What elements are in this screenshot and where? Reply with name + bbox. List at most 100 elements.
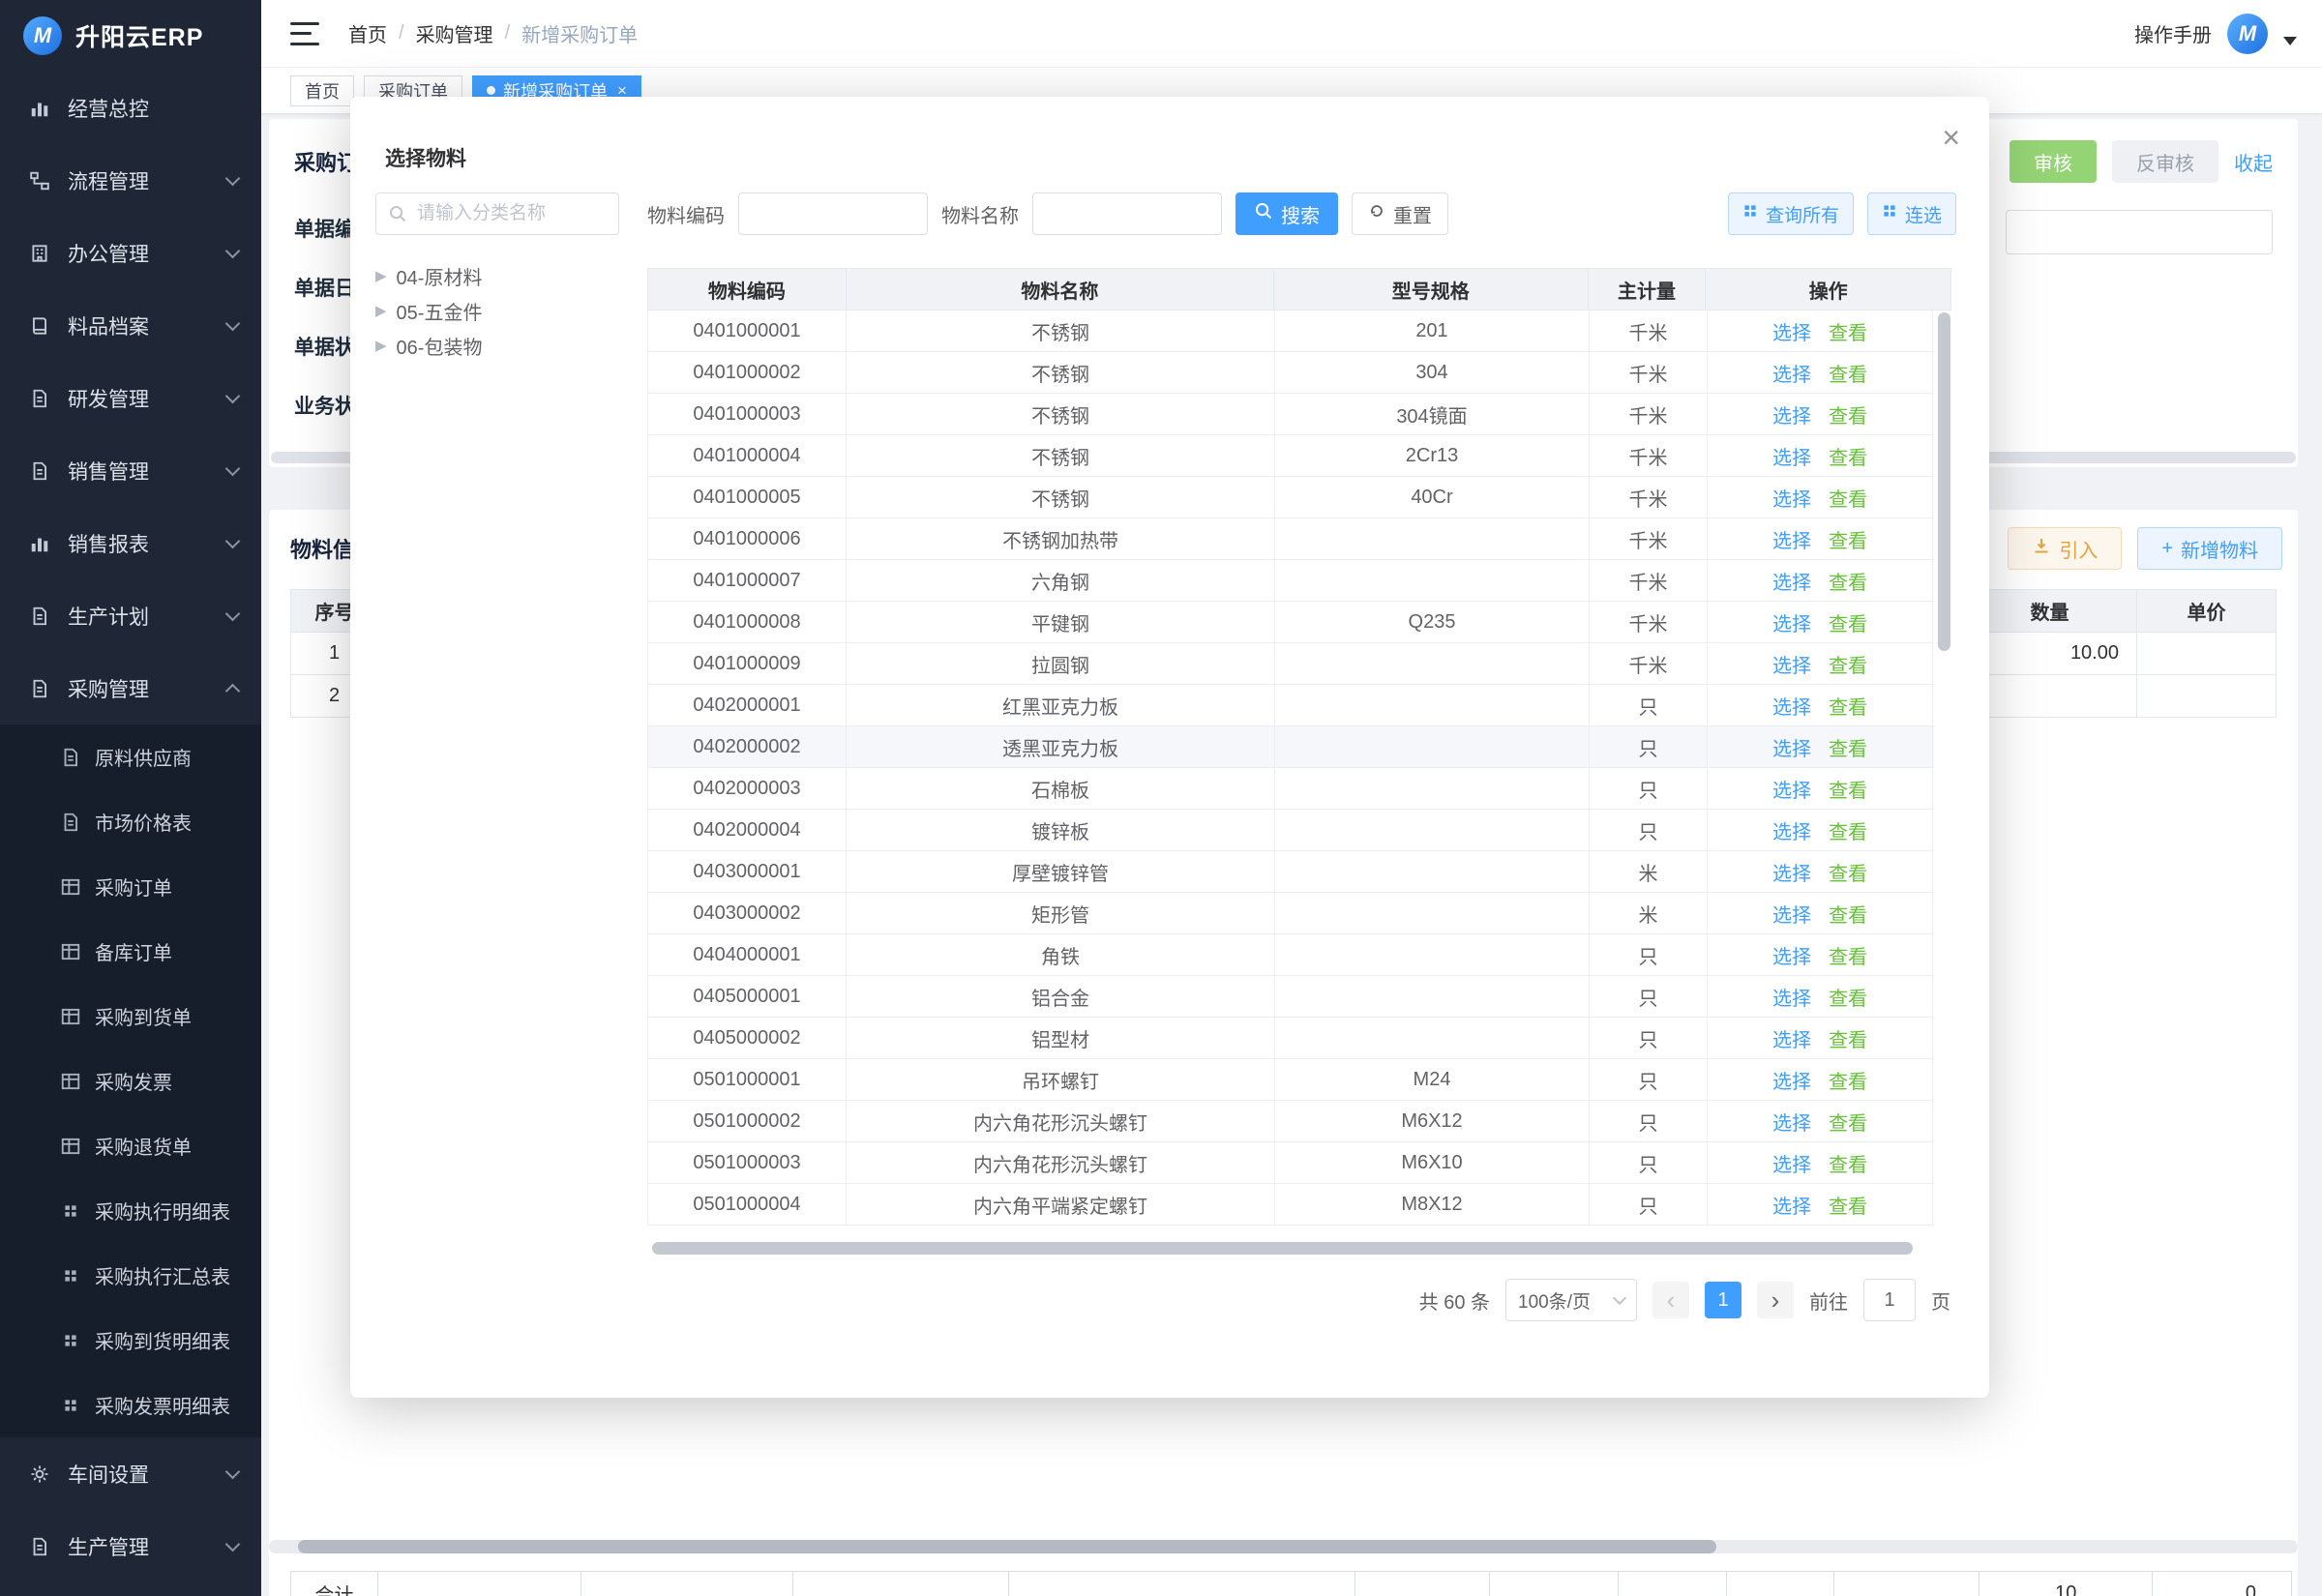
material-option-row-15[interactable]: 0404000001角铁只选择查看 xyxy=(648,934,1934,976)
select-link[interactable]: 选择 xyxy=(1772,608,1811,636)
prev-page-button[interactable]: ‹ xyxy=(1652,1282,1689,1318)
view-link[interactable]: 查看 xyxy=(1829,567,1867,595)
material-option-row-8[interactable]: 0401000009拉圆钢千米选择查看 xyxy=(648,643,1934,685)
brand-logo[interactable]: M 升阳云ERP xyxy=(0,0,261,72)
bottom-scrollbar-track[interactable] xyxy=(269,1540,2298,1553)
tree-node-0[interactable]: ▶04-原材料 xyxy=(375,258,619,293)
view-link[interactable]: 查看 xyxy=(1829,317,1867,345)
view-link[interactable]: 查看 xyxy=(1829,608,1867,636)
sidebar-item-6[interactable]: 销售报表 xyxy=(0,507,261,579)
select-link[interactable]: 选择 xyxy=(1772,941,1811,969)
tree-node-1[interactable]: ▶05-五金件 xyxy=(375,293,619,328)
caret-right-icon[interactable]: ▶ xyxy=(375,267,387,284)
material-option-row-18[interactable]: 0501000001吊环螺钉M24只选择查看 xyxy=(648,1059,1934,1101)
material-option-row-6[interactable]: 0401000007六角钢千米选择查看 xyxy=(648,560,1934,602)
material-code-input[interactable] xyxy=(738,192,928,235)
view-link[interactable]: 查看 xyxy=(1829,1149,1867,1177)
material-option-row-7[interactable]: 0401000008平键钢Q235千米选择查看 xyxy=(648,602,1934,643)
material-option-row-3[interactable]: 0401000004不锈钢2Cr13千米选择查看 xyxy=(648,435,1934,477)
select-link[interactable]: 选择 xyxy=(1772,1191,1811,1219)
unaudit-button[interactable]: 反审核 xyxy=(2112,140,2218,183)
sidebar-subitem-6[interactable]: 采购退货单 xyxy=(0,1113,261,1178)
tree-node-2[interactable]: ▶06-包装物 xyxy=(375,328,619,363)
material-option-row-4[interactable]: 0401000005不锈钢40Cr千米选择查看 xyxy=(648,477,1934,518)
select-link[interactable]: 选择 xyxy=(1772,692,1811,720)
view-link[interactable]: 查看 xyxy=(1829,692,1867,720)
sidebar-subitem-8[interactable]: 采购执行汇总表 xyxy=(0,1243,261,1308)
view-link[interactable]: 查看 xyxy=(1829,900,1867,928)
select-link[interactable]: 选择 xyxy=(1772,816,1811,844)
sidebar-item-9[interactable]: 车间设置 xyxy=(0,1437,261,1510)
sidebar-subitem-10[interactable]: 采购发票明细表 xyxy=(0,1373,261,1437)
select-link[interactable]: 选择 xyxy=(1772,775,1811,803)
select-link[interactable]: 选择 xyxy=(1772,567,1811,595)
material-option-row-11[interactable]: 0402000003石棉板只选择查看 xyxy=(648,768,1934,810)
view-link[interactable]: 查看 xyxy=(1829,400,1867,429)
material-option-row-5[interactable]: 0401000006不锈钢加热带千米选择查看 xyxy=(648,518,1934,560)
material-option-row-1[interactable]: 0401000002不锈钢304千米选择查看 xyxy=(648,352,1934,394)
sidebar-item-8[interactable]: 采购管理 xyxy=(0,652,261,724)
table-hscrollbar-track[interactable] xyxy=(647,1242,1951,1255)
caret-right-icon[interactable]: ▶ xyxy=(375,302,387,319)
sidebar-item-5[interactable]: 销售管理 xyxy=(0,434,261,507)
sidebar-item-3[interactable]: 料品档案 xyxy=(0,289,261,362)
view-link[interactable]: 查看 xyxy=(1829,1191,1867,1219)
sidebar-subitem-3[interactable]: 备库订单 xyxy=(0,919,261,984)
view-link[interactable]: 查看 xyxy=(1829,733,1867,761)
sidebar-item-0[interactable]: 经营总控 xyxy=(0,72,261,144)
select-link[interactable]: 选择 xyxy=(1772,525,1811,553)
chevron-down-icon[interactable] xyxy=(2283,37,2297,45)
sidebar-item-10[interactable]: 生产管理 xyxy=(0,1510,261,1582)
view-link[interactable]: 查看 xyxy=(1829,525,1867,553)
select-link[interactable]: 选择 xyxy=(1772,359,1811,387)
material-option-row-0[interactable]: 0401000001不锈钢201千米选择查看 xyxy=(648,310,1934,352)
select-link[interactable]: 选择 xyxy=(1772,1024,1811,1052)
view-link[interactable]: 查看 xyxy=(1829,359,1867,387)
sidebar-subitem-4[interactable]: 采购到货单 xyxy=(0,984,261,1049)
view-link[interactable]: 查看 xyxy=(1829,983,1867,1011)
material-option-row-12[interactable]: 0402000004镀锌板只选择查看 xyxy=(648,810,1934,851)
select-link[interactable]: 选择 xyxy=(1772,983,1811,1011)
view-link[interactable]: 查看 xyxy=(1829,442,1867,470)
select-link[interactable]: 选择 xyxy=(1772,1149,1811,1177)
view-link[interactable]: 查看 xyxy=(1829,650,1867,678)
view-link[interactable]: 查看 xyxy=(1829,1066,1867,1094)
manual-link[interactable]: 操作手册 xyxy=(2134,19,2212,47)
select-link[interactable]: 选择 xyxy=(1772,317,1811,345)
breadcrumb-item-1[interactable]: 采购管理 xyxy=(416,19,493,47)
material-option-row-19[interactable]: 0501000002内六角花形沉头螺钉M6X12只选择查看 xyxy=(648,1101,1934,1142)
sidebar-item-2[interactable]: 办公管理 xyxy=(0,217,261,289)
vertical-scrollbar-track[interactable] xyxy=(1936,310,1951,1226)
view-link[interactable]: 查看 xyxy=(1829,484,1867,512)
vertical-scrollbar-thumb[interactable] xyxy=(1938,312,1950,651)
search-button[interactable]: 搜索 xyxy=(1235,192,1338,235)
order-field-input[interactable] xyxy=(2006,210,2273,254)
query-all-button[interactable]: 查询所有 xyxy=(1728,192,1854,235)
import-button[interactable]: 引入 xyxy=(2008,527,2122,570)
add-material-button[interactable]: + 新增物料 xyxy=(2137,527,2282,570)
sidebar-subitem-0[interactable]: 原料供应商 xyxy=(0,724,261,789)
view-link[interactable]: 查看 xyxy=(1829,775,1867,803)
category-search-input[interactable] xyxy=(376,193,618,234)
breadcrumb-item-0[interactable]: 首页 xyxy=(348,19,387,47)
current-page[interactable]: 1 xyxy=(1705,1282,1742,1318)
select-link[interactable]: 选择 xyxy=(1772,442,1811,470)
select-link[interactable]: 选择 xyxy=(1772,733,1811,761)
sidebar-subitem-7[interactable]: 采购执行明细表 xyxy=(0,1178,261,1243)
page-size-select[interactable]: 100条/页 xyxy=(1505,1279,1637,1321)
material-option-row-2[interactable]: 0401000003不锈钢304镜面千米选择查看 xyxy=(648,394,1934,435)
sidebar-subitem-9[interactable]: 采购到货明细表 xyxy=(0,1308,261,1373)
material-option-row-16[interactable]: 0405000001铝合金只选择查看 xyxy=(648,976,1934,1018)
select-link[interactable]: 选择 xyxy=(1772,400,1811,429)
material-option-row-14[interactable]: 0403000002矩形管米选择查看 xyxy=(648,893,1934,934)
table-hscrollbar-thumb[interactable] xyxy=(652,1242,1913,1255)
select-link[interactable]: 选择 xyxy=(1772,484,1811,512)
material-option-row-17[interactable]: 0405000002铝型材只选择查看 xyxy=(648,1018,1934,1059)
material-option-row-9[interactable]: 0402000001红黑亚克力板只选择查看 xyxy=(648,685,1934,726)
sidebar-subitem-2[interactable]: 采购订单 xyxy=(0,854,261,919)
caret-right-icon[interactable]: ▶ xyxy=(375,337,387,354)
material-option-row-13[interactable]: 0403000001厚壁镀锌管米选择查看 xyxy=(648,851,1934,893)
next-page-button[interactable]: › xyxy=(1757,1282,1794,1318)
sidebar-subitem-5[interactable]: 采购发票 xyxy=(0,1049,261,1113)
select-link[interactable]: 选择 xyxy=(1772,900,1811,928)
